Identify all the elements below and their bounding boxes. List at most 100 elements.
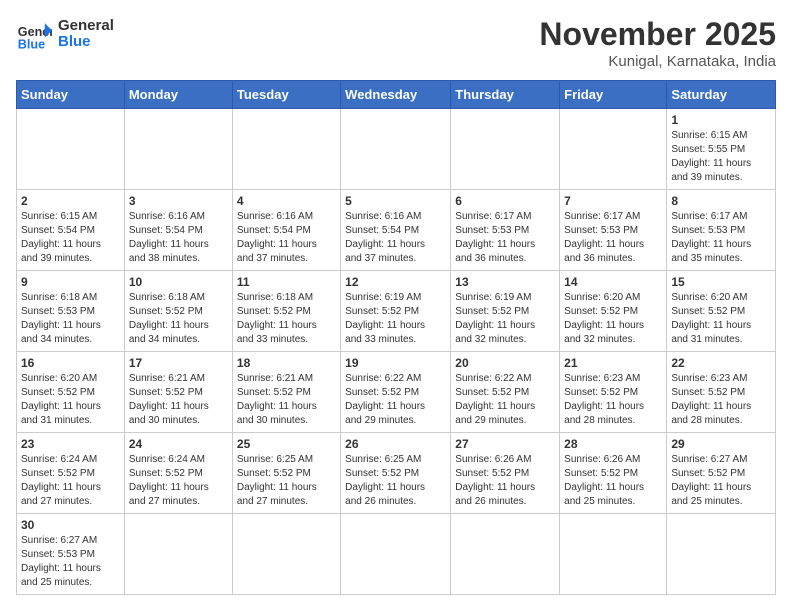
- day-number: 21: [564, 356, 662, 370]
- calendar-cell: 27 Sunrise: 6:26 AM Sunset: 5:52 PM Dayli…: [451, 433, 560, 514]
- day-info: Sunrise: 6:21 AM Sunset: 5:52 PM Dayligh…: [129, 372, 228, 428]
- day-info: Sunrise: 6:16 AM Sunset: 5:54 PM Dayligh…: [129, 210, 228, 266]
- day-info: Sunrise: 6:19 AM Sunset: 5:52 PM Dayligh…: [345, 291, 446, 347]
- day-info: Sunrise: 6:25 AM Sunset: 5:52 PM Dayligh…: [237, 453, 336, 509]
- day-info: Sunrise: 6:17 AM Sunset: 5:53 PM Dayligh…: [564, 210, 662, 266]
- calendar-cell: 29Sunrise: 6:27 AM Sunset: 5:52 PM Dayli…: [667, 433, 776, 514]
- svg-text:Blue: Blue: [18, 37, 45, 51]
- calendar-cell: 9Sunrise: 6:18 AM Sunset: 5:53 PM Daylig…: [17, 271, 125, 352]
- calendar-cell: 12 Sunrise: 6:19 AM Sunset: 5:52 PM Dayli…: [341, 271, 451, 352]
- calendar-cell: 13Sunrise: 6:19 AM Sunset: 5:52 PM Dayli…: [451, 271, 560, 352]
- calendar-cell: 14Sunrise: 6:20 AM Sunset: 5:52 PM Dayli…: [560, 271, 667, 352]
- day-info: Sunrise: 6:26 AM Sunset: 5:52 PM Dayligh…: [564, 453, 662, 509]
- calendar-cell: 7 Sunrise: 6:17 AM Sunset: 5:53 PM Daylig…: [560, 190, 667, 271]
- page-header: General Blue General Blue November 2025 …: [16, 16, 776, 70]
- calendar-cell: 18Sunrise: 6:21 AM Sunset: 5:52 PM Dayli…: [232, 352, 340, 433]
- weekday-header-monday: Monday: [124, 81, 232, 109]
- day-info: Sunrise: 6:21 AM Sunset: 5:52 PM Dayligh…: [237, 372, 336, 428]
- calendar-cell: [341, 109, 451, 190]
- day-number: 13: [455, 275, 555, 289]
- calendar-cell: 6Sunrise: 6:17 AM Sunset: 5:53 PM Daylig…: [451, 190, 560, 271]
- logo-blue: Blue: [58, 34, 114, 51]
- day-number: 30: [21, 518, 120, 532]
- day-number: 1: [671, 113, 771, 127]
- day-info: Sunrise: 6:18 AM Sunset: 5:52 PM Dayligh…: [237, 291, 336, 347]
- day-number: 29: [671, 437, 771, 451]
- day-info: Sunrise: 6:24 AM Sunset: 5:52 PM Dayligh…: [129, 453, 228, 509]
- day-number: 27: [455, 437, 555, 451]
- calendar-cell: [124, 514, 232, 595]
- day-number: 3: [129, 194, 228, 208]
- day-number: 24: [129, 437, 228, 451]
- day-info: Sunrise: 6:27 AM Sunset: 5:53 PM Dayligh…: [21, 534, 120, 590]
- day-info: Sunrise: 6:22 AM Sunset: 5:52 PM Dayligh…: [455, 372, 555, 428]
- logo: General Blue General Blue: [16, 16, 114, 52]
- day-number: 7: [564, 194, 662, 208]
- logo-general: General: [58, 18, 114, 35]
- calendar-cell: 5Sunrise: 6:16 AM Sunset: 5:54 PM Daylig…: [341, 190, 451, 271]
- day-number: 19: [345, 356, 446, 370]
- day-number: 15: [671, 275, 771, 289]
- calendar-cell: [560, 109, 667, 190]
- calendar-cell: 17 Sunrise: 6:21 AM Sunset: 5:52 PM Dayli…: [124, 352, 232, 433]
- calendar-cell: 2 Sunrise: 6:15 AM Sunset: 5:54 PM Daylig…: [17, 190, 125, 271]
- calendar-cell: 10 Sunrise: 6:18 AM Sunset: 5:52 PM Dayli…: [124, 271, 232, 352]
- calendar-cell: 26 Sunrise: 6:25 AM Sunset: 5:52 PM Dayli…: [341, 433, 451, 514]
- day-info: Sunrise: 6:15 AM Sunset: 5:55 PM Dayligh…: [671, 129, 771, 185]
- calendar-cell: [232, 514, 340, 595]
- calendar-cell: 3 Sunrise: 6:16 AM Sunset: 5:54 PM Daylig…: [124, 190, 232, 271]
- calendar-cell: [341, 514, 451, 595]
- day-info: Sunrise: 6:26 AM Sunset: 5:52 PM Dayligh…: [455, 453, 555, 509]
- logo-icon: General Blue: [16, 16, 52, 52]
- calendar-week-3: 9Sunrise: 6:18 AM Sunset: 5:53 PM Daylig…: [17, 271, 776, 352]
- weekday-header-thursday: Thursday: [451, 81, 560, 109]
- calendar-cell: [232, 109, 340, 190]
- weekday-header-tuesday: Tuesday: [232, 81, 340, 109]
- calendar-cell: [17, 109, 125, 190]
- calendar-cell: 22Sunrise: 6:23 AM Sunset: 5:52 PM Dayli…: [667, 352, 776, 433]
- day-info: Sunrise: 6:23 AM Sunset: 5:52 PM Dayligh…: [671, 372, 771, 428]
- calendar-cell: [451, 514, 560, 595]
- calendar-cell: 15Sunrise: 6:20 AM Sunset: 5:52 PM Dayli…: [667, 271, 776, 352]
- day-number: 10: [129, 275, 228, 289]
- day-info: Sunrise: 6:16 AM Sunset: 5:54 PM Dayligh…: [345, 210, 446, 266]
- day-number: 23: [21, 437, 120, 451]
- location: Kunigal, Karnataka, India: [539, 53, 776, 70]
- calendar-cell: 30 Sunrise: 6:27 AM Sunset: 5:53 PM Dayli…: [17, 514, 125, 595]
- calendar-table: SundayMondayTuesdayWednesdayThursdayFrid…: [16, 80, 776, 595]
- title-block: November 2025 Kunigal, Karnataka, India: [539, 16, 776, 70]
- day-number: 28: [564, 437, 662, 451]
- day-number: 2: [21, 194, 120, 208]
- day-number: 16: [21, 356, 120, 370]
- calendar-cell: 25 Sunrise: 6:25 AM Sunset: 5:52 PM Dayli…: [232, 433, 340, 514]
- calendar-header: SundayMondayTuesdayWednesdayThursdayFrid…: [17, 81, 776, 109]
- calendar-week-1: 1 Sunrise: 6:15 AM Sunset: 5:55 PM Daylig…: [17, 109, 776, 190]
- calendar-cell: 11 Sunrise: 6:18 AM Sunset: 5:52 PM Dayli…: [232, 271, 340, 352]
- day-info: Sunrise: 6:18 AM Sunset: 5:52 PM Dayligh…: [129, 291, 228, 347]
- calendar-cell: 1 Sunrise: 6:15 AM Sunset: 5:55 PM Daylig…: [667, 109, 776, 190]
- day-number: 9: [21, 275, 120, 289]
- day-number: 11: [237, 275, 336, 289]
- day-info: Sunrise: 6:15 AM Sunset: 5:54 PM Dayligh…: [21, 210, 120, 266]
- day-info: Sunrise: 6:17 AM Sunset: 5:53 PM Dayligh…: [671, 210, 771, 266]
- day-number: 20: [455, 356, 555, 370]
- calendar-cell: 21Sunrise: 6:23 AM Sunset: 5:52 PM Dayli…: [560, 352, 667, 433]
- calendar-week-6: 30 Sunrise: 6:27 AM Sunset: 5:53 PM Dayli…: [17, 514, 776, 595]
- calendar-cell: [451, 109, 560, 190]
- day-info: Sunrise: 6:25 AM Sunset: 5:52 PM Dayligh…: [345, 453, 446, 509]
- calendar-week-5: 23 Sunrise: 6:24 AM Sunset: 5:52 PM Dayli…: [17, 433, 776, 514]
- calendar-cell: 23Sunrise: 6:24 AM Sunset: 5:52 PM Dayli…: [17, 433, 125, 514]
- weekday-header-sunday: Sunday: [17, 81, 125, 109]
- day-number: 8: [671, 194, 771, 208]
- calendar-cell: 28 Sunrise: 6:26 AM Sunset: 5:52 PM Dayli…: [560, 433, 667, 514]
- day-number: 12: [345, 275, 446, 289]
- day-number: 26: [345, 437, 446, 451]
- day-number: 17: [129, 356, 228, 370]
- calendar-cell: 20 Sunrise: 6:22 AM Sunset: 5:52 PM Dayli…: [451, 352, 560, 433]
- day-number: 25: [237, 437, 336, 451]
- calendar-cell: 16Sunrise: 6:20 AM Sunset: 5:52 PM Dayli…: [17, 352, 125, 433]
- calendar-cell: 8 Sunrise: 6:17 AM Sunset: 5:53 PM Daylig…: [667, 190, 776, 271]
- day-number: 14: [564, 275, 662, 289]
- weekday-header-saturday: Saturday: [667, 81, 776, 109]
- calendar-cell: [667, 514, 776, 595]
